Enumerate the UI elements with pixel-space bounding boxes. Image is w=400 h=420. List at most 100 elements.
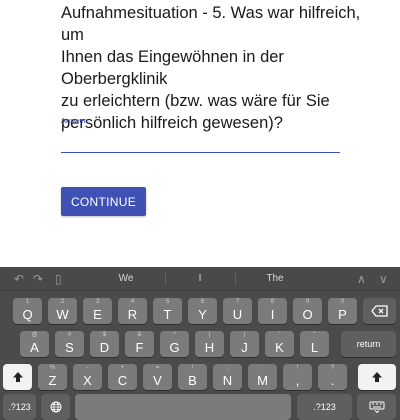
key-alt-char: * xyxy=(173,332,176,338)
key-m[interactable]: :M xyxy=(248,364,277,390)
backspace-key[interactable] xyxy=(363,298,396,324)
clipboard-icon[interactable]: ▯ xyxy=(55,271,62,287)
key-alt-char: ; xyxy=(226,365,229,371)
key-f[interactable]: & F xyxy=(125,331,154,357)
numbers-key-right[interactable]: .?123 xyxy=(297,394,352,420)
key-r[interactable]: 4R xyxy=(118,298,147,324)
question-line: zu erleichtern (bzw. was wäre für Sie xyxy=(61,92,330,110)
key-k[interactable]: ' K xyxy=(265,331,294,357)
key-alt-char: / xyxy=(191,365,194,371)
key-alt-char: 7 xyxy=(235,299,240,305)
key-char: H xyxy=(204,339,215,355)
key-d[interactable]: $ D xyxy=(90,331,119,357)
key-g[interactable]: * G xyxy=(160,331,189,357)
hide-keyboard-key[interactable] xyxy=(357,394,396,420)
key-char: X xyxy=(83,372,92,388)
key-char: S xyxy=(65,339,74,355)
suggestion-2[interactable]: I xyxy=(185,272,215,286)
numbers-key-left[interactable]: .?123 xyxy=(3,394,36,420)
key-char: J xyxy=(241,339,248,355)
key-e[interactable]: 3E xyxy=(83,298,112,324)
key-y[interactable]: 6Y xyxy=(188,298,217,324)
key-alt-char: 8 xyxy=(270,299,275,305)
return-key[interactable]: return xyxy=(341,331,396,357)
key-alt-char: ) xyxy=(243,332,246,338)
suggestion-divider xyxy=(165,273,166,285)
key-alt-char: 0 xyxy=(340,299,345,305)
redo-icon[interactable]: ↷ xyxy=(33,271,43,287)
key-char: W xyxy=(56,306,69,322)
key-l[interactable]: " L xyxy=(300,331,329,357)
key-char: N xyxy=(222,372,233,388)
key-alt-char: 4 xyxy=(130,299,135,305)
undo-icon[interactable]: ↶ xyxy=(14,271,24,287)
key-alt-char: " xyxy=(313,332,316,338)
keyboard-hide-icon xyxy=(369,401,384,413)
question-line: Aufnahmesituation - 5. Was war hilfreich… xyxy=(61,4,361,44)
key-char: I xyxy=(270,306,275,322)
key-char: V xyxy=(153,372,162,388)
key-u[interactable]: 7U xyxy=(223,298,252,324)
key-char: Q xyxy=(22,306,33,322)
chevron-down-icon[interactable]: ∨ xyxy=(379,271,388,287)
key-o[interactable]: 9O xyxy=(293,298,322,324)
shift-key-right[interactable] xyxy=(358,364,396,390)
key-char: Y xyxy=(198,306,207,322)
answer-input[interactable] xyxy=(61,128,340,153)
key-v[interactable]: = V xyxy=(143,364,172,390)
question-text: Aufnahmesituation - 5. Was war hilfreich… xyxy=(61,2,361,134)
key-char: . xyxy=(330,372,335,388)
key-alt-char: $ xyxy=(102,332,107,338)
key-alt-char: % xyxy=(49,365,56,371)
key-n[interactable]: ; N xyxy=(213,364,242,390)
key-alt-char: 9 xyxy=(305,299,310,305)
key-char: B xyxy=(188,372,197,388)
key-alt-char: 3 xyxy=(95,299,100,305)
key-z[interactable]: % Z xyxy=(38,364,67,390)
globe-icon xyxy=(50,401,61,413)
key-period[interactable]: ?. xyxy=(318,364,347,390)
globe-key[interactable] xyxy=(41,394,70,420)
key-t[interactable]: 5T xyxy=(153,298,182,324)
key-w[interactable]: 2W xyxy=(48,298,77,324)
continue-button[interactable]: CONTINUE xyxy=(61,187,146,216)
key-char: Z xyxy=(48,372,57,388)
key-alt-char: 2 xyxy=(60,299,65,305)
key-c[interactable]: + C xyxy=(108,364,137,390)
key-char: U xyxy=(232,306,243,322)
suggestion-1[interactable]: We xyxy=(106,272,146,286)
key-char: E xyxy=(93,306,102,322)
key-char: , xyxy=(295,372,300,388)
key-char: K xyxy=(275,339,284,355)
key-a[interactable]: @ A xyxy=(20,331,49,357)
chevron-up-icon[interactable]: ∧ xyxy=(357,271,366,287)
key-alt-char: 1 xyxy=(25,299,30,305)
answer-label: Answer xyxy=(61,116,87,125)
key-alt-char: 5 xyxy=(165,299,170,305)
key-char: C xyxy=(117,372,128,388)
key-x[interactable]: -X xyxy=(73,364,102,390)
key-char: L xyxy=(310,339,319,355)
key-alt-char: ( xyxy=(208,332,211,338)
key-alt-char: & xyxy=(137,332,142,338)
key-s[interactable]: # S xyxy=(55,331,84,357)
keyboard-toolbar: ↶ ↷ ▯ We I The ∧ ∨ xyxy=(0,267,400,291)
shift-key-left[interactable] xyxy=(3,364,32,390)
key-alt-char: = xyxy=(155,365,160,371)
key-i[interactable]: 8I xyxy=(258,298,287,324)
key-alt-char: : xyxy=(261,365,264,371)
key-q[interactable]: 1Q xyxy=(13,298,42,324)
key-alt-char: ! xyxy=(296,365,299,371)
key-char: O xyxy=(302,306,313,322)
suggestion-3[interactable]: The xyxy=(255,272,295,286)
key-alt-char: + xyxy=(120,365,125,371)
key-h[interactable]: (H xyxy=(195,331,224,357)
space-bar[interactable] xyxy=(75,394,291,420)
key-b[interactable]: / B xyxy=(178,364,207,390)
key-alt-char: ' xyxy=(278,332,281,338)
key-comma[interactable]: !, xyxy=(283,364,312,390)
key-char: P xyxy=(338,306,347,322)
key-p[interactable]: 0P xyxy=(328,298,357,324)
key-j[interactable]: ) J xyxy=(230,331,259,357)
key-char: D xyxy=(99,339,110,355)
